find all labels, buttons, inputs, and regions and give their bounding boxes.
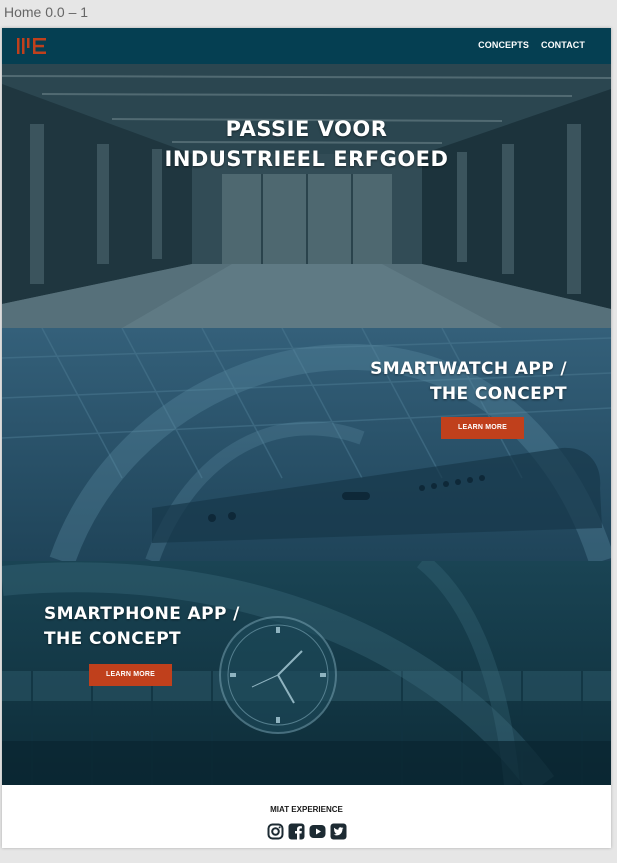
twitter-icon[interactable] xyxy=(330,823,347,840)
smartwatch-title-line-2: THE CONCEPT xyxy=(429,384,567,404)
smartphone-learn-more-button[interactable]: LEARN MORE xyxy=(89,664,172,686)
artboard-title: Home 0.0 – 1 xyxy=(4,4,89,20)
hero-background-image xyxy=(2,64,611,328)
social-links xyxy=(2,823,611,840)
nav-links: CONCEPTS CONTACT xyxy=(478,40,585,50)
smartphone-section: SMARTPHONE APP / THE CONCEPT LEARN MORE xyxy=(2,561,611,785)
nav-link-concepts[interactable]: CONCEPTS xyxy=(478,40,529,50)
brand-logo[interactable] xyxy=(16,37,48,55)
nav-link-contact[interactable]: CONTACT xyxy=(541,40,585,50)
smartwatch-learn-more-button[interactable]: LEARN MORE xyxy=(441,417,524,439)
instagram-icon[interactable] xyxy=(267,823,284,840)
youtube-icon[interactable] xyxy=(309,823,326,840)
footer: MIAT EXPERIENCE xyxy=(2,785,611,848)
hero-title: PASSIE VOOR INDUSTRIEEL ERFGOED xyxy=(2,114,611,174)
smartwatch-section: SMARTWATCH APP / THE CONCEPT LEARN MORE xyxy=(2,328,611,561)
footer-brand: MIAT EXPERIENCE xyxy=(270,805,343,814)
smartphone-title-line-1: SMARTPHONE APP / xyxy=(44,604,240,624)
hero-title-line-1: PASSIE VOOR xyxy=(225,117,388,141)
top-nav: CONCEPTS CONTACT xyxy=(2,28,611,64)
smartphone-title: SMARTPHONE APP / THE CONCEPT xyxy=(44,602,240,652)
hero-section: PASSIE VOOR INDUSTRIEEL ERFGOED xyxy=(2,64,611,328)
facebook-icon[interactable] xyxy=(288,823,305,840)
page-frame: CONCEPTS CONTACT PASSIE VOOR INDUSTRIEEL… xyxy=(2,28,611,848)
smartphone-title-line-2: THE CONCEPT xyxy=(44,629,182,649)
hero-title-line-2: INDUSTRIEEL ERFGOED xyxy=(164,147,449,171)
smartwatch-title-line-1: SMARTWATCH APP / xyxy=(370,359,567,379)
smartwatch-title: SMARTWATCH APP / THE CONCEPT xyxy=(370,357,567,407)
